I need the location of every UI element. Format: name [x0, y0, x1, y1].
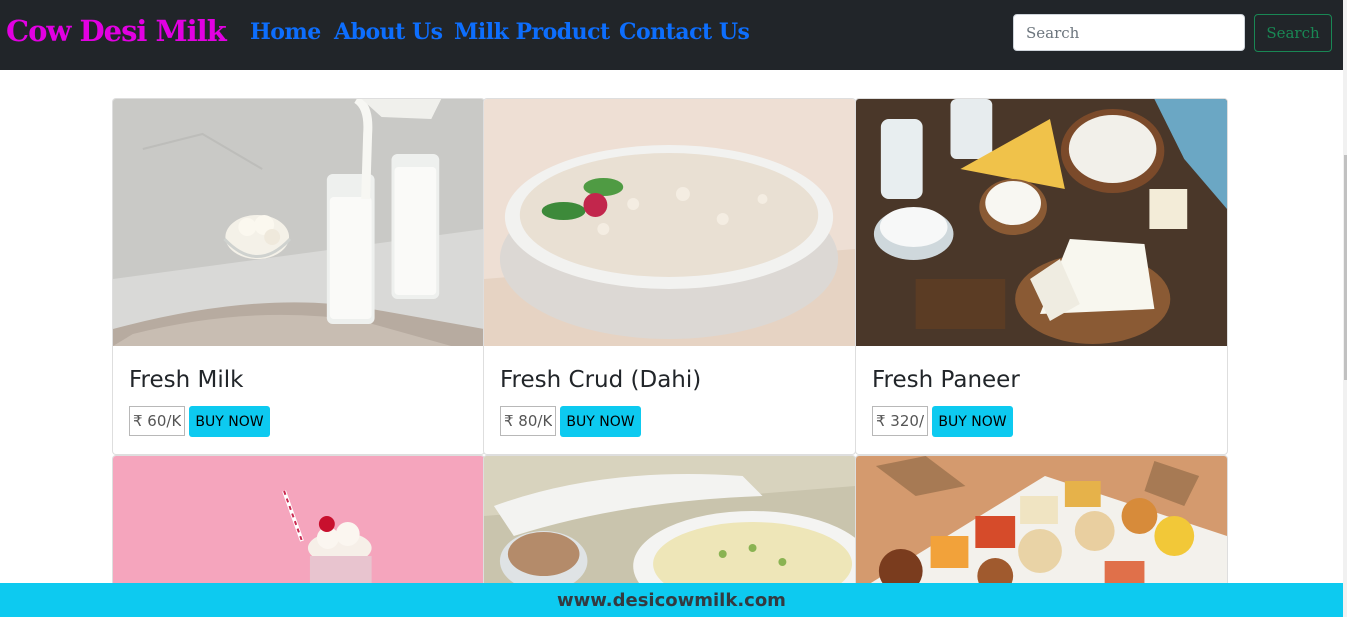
product-card-curd: Fresh Crud (Dahi) BUY NOW — [483, 98, 856, 455]
product-card-milk: Fresh Milk BUY NOW — [112, 98, 485, 455]
brand-logo[interactable]: Cow Desi Milk — [6, 14, 227, 48]
price-field[interactable] — [872, 406, 928, 436]
product-image-rasmalai — [484, 456, 855, 594]
product-image-sweets — [856, 456, 1227, 594]
buy-now-button[interactable]: BUY NOW — [189, 406, 270, 437]
price-field[interactable] — [500, 406, 556, 436]
product-card-rasmalai — [483, 455, 856, 595]
product-title: Fresh Crud (Dahi) — [500, 367, 702, 393]
search-input[interactable] — [1013, 14, 1245, 51]
product-card-sweets — [855, 455, 1228, 595]
nav-link-home[interactable]: Home — [250, 19, 321, 45]
product-card-paneer: Fresh Paneer BUY NOW — [855, 98, 1228, 455]
nav-link-about-us[interactable]: About Us — [334, 19, 443, 45]
product-title: Fresh Paneer — [872, 367, 1020, 393]
buy-now-button[interactable]: BUY NOW — [560, 406, 641, 437]
navbar: Cow Desi Milk Home About Us Milk Product… — [0, 0, 1343, 70]
search-button[interactable]: Search — [1254, 14, 1332, 52]
product-card-milkshake — [112, 455, 485, 595]
product-image-curd — [484, 99, 855, 346]
buy-now-button[interactable]: BUY NOW — [932, 406, 1013, 437]
price-field[interactable] — [129, 406, 185, 436]
product-title: Fresh Milk — [129, 367, 244, 393]
nav-link-contact-us[interactable]: Contact Us — [619, 19, 750, 45]
product-image-paneer — [856, 99, 1227, 346]
nav-link-milk-product[interactable]: Milk Product — [454, 19, 610, 45]
product-image-milk — [113, 99, 484, 346]
footer-bar: www.desicowmilk.com — [0, 583, 1343, 617]
footer-website-text: www.desicowmilk.com — [557, 589, 786, 611]
product-image-milkshake — [113, 456, 484, 594]
